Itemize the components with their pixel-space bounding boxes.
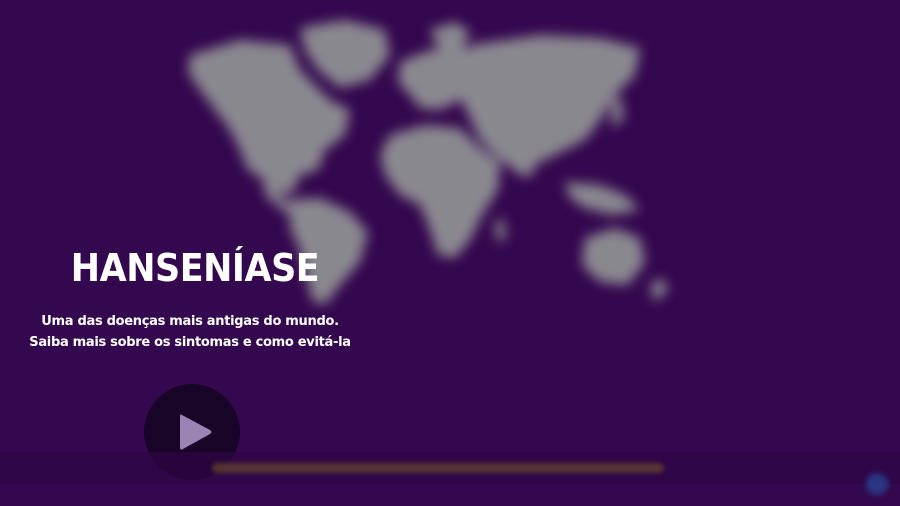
- page-subtitle: Uma das doenças mais antigas do mundo. S…: [20, 311, 360, 353]
- map-japan: [612, 95, 624, 128]
- map-australia: [582, 228, 645, 285]
- map-scandinavia: [430, 22, 470, 52]
- map-se-asia: [565, 182, 640, 215]
- subtitle-line-2: Saiba mais sobre os sintomas e como evit…: [29, 335, 351, 350]
- ticker-blurred-text: [212, 463, 664, 473]
- map-new-zealand: [650, 278, 668, 302]
- map-africa: [380, 125, 500, 258]
- map-greenland: [300, 20, 390, 88]
- subtitle-line-1: Uma das doenças mais antigas do mundo.: [41, 314, 339, 329]
- map-madagascar: [495, 218, 506, 244]
- page-title: HANSENÍASE: [70, 246, 320, 290]
- news-ticker: [0, 452, 900, 484]
- hero-stage: HANSENÍASE Uma das doenças mais antigas …: [0, 0, 900, 506]
- corner-widget[interactable]: [866, 473, 888, 495]
